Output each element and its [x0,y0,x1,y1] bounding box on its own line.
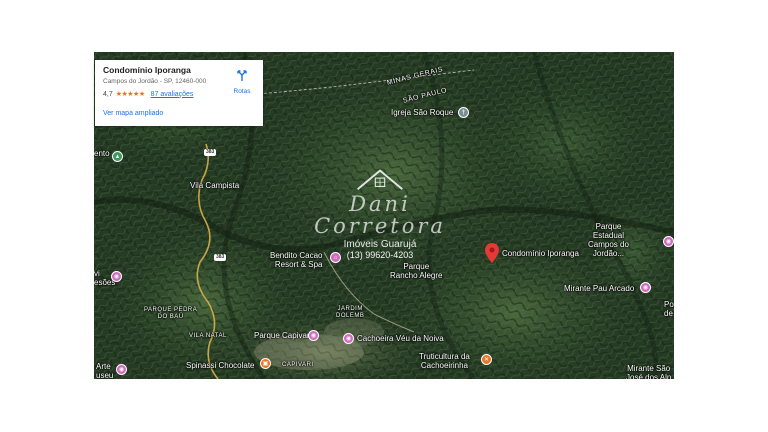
poi-label-mirante-pau-arcado[interactable]: Mirante Pau Arcado [564,284,634,293]
poi-label-arte-museu: Arte useu [96,362,114,379]
poi-label-truticultura[interactable]: Truticultura da Cachoeirinha [419,352,470,370]
shop-icon-spinassi[interactable]: ▣ [260,358,271,369]
restaurant-icon-truticultura[interactable]: ✕ [481,354,492,365]
place-label-parque-pedra-do-bau: PARQUE PEDRA DO BAÚ [144,307,198,320]
place-label-jardim: JARDIM DOLEMB [336,306,365,319]
directions-label: Rotas [233,88,251,95]
star-rating-icon: ★★★★★ [115,91,145,98]
place-label-capivari: CAPIVARI [282,362,314,368]
place-label-po: Po de [664,300,674,318]
poi-label-condominio-iporanga[interactable]: Condomínio Iporanga [502,249,579,258]
poi-label-cachoeira-veu-da-noiva[interactable]: Cachoeira Véu da Noiva [357,334,444,343]
reviews-link[interactable]: 87 avaliações [151,91,194,98]
watermark-name: Dani [349,192,411,216]
road-shield-383-south: 383 [214,254,227,261]
park-icon[interactable]: ▲ [112,151,123,162]
poi-label-mirante-sao-jose[interactable]: Mirante São José dos Alp [626,364,671,379]
place-label-vila-campista: Vila Campista [190,181,240,190]
watermark-phone: (13) 99620-4203 [346,250,414,260]
place-label-ento: ento [94,149,110,158]
watermark-subtitle: Imóveis Guarujá [343,239,417,250]
church-icon[interactable]: † [458,107,469,118]
poi-label-parque-estadual[interactable]: Parque Estadual Campos do Jordão... [588,222,629,258]
watermark: Dani Corretora Imóveis Guarujá (13) 9962… [300,165,460,275]
rating-value: 4,7 [103,90,113,98]
museum-icon-arte[interactable]: ◉ [116,364,127,375]
attraction-icon-parque-capivari[interactable]: ◉ [308,330,319,341]
waterfall-icon-veu-da-noiva[interactable]: ◉ [343,333,354,344]
viewpoint-icon-pau-arcado[interactable]: ◉ [640,282,651,293]
view-larger-map-link[interactable]: Ver mapa ampliado [103,110,163,117]
directions-button[interactable]: Rotas [229,68,255,95]
attraction-icon-west[interactable]: ◉ [111,271,122,282]
attraction-icon-parque-estadual[interactable]: ◉ [663,236,674,247]
road-shield-383-north: 383 [204,149,217,156]
poi-label-igreja-sao-roque[interactable]: Igreja São Roque [391,108,453,117]
place-info-card: Condomínio Iporanga Campos do Jordão - S… [95,60,263,126]
house-icon [357,169,403,190]
place-label-vila-natal: VILA NATAL [189,333,227,339]
poi-label-spinassi-chocolate[interactable]: Spinassi Chocolate [186,361,254,370]
poi-label-parque-capivari[interactable]: Parque Capivari [254,331,311,340]
location-pin-icon[interactable] [485,243,499,263]
watermark-title: Corretora [314,214,446,238]
directions-icon [237,70,247,81]
